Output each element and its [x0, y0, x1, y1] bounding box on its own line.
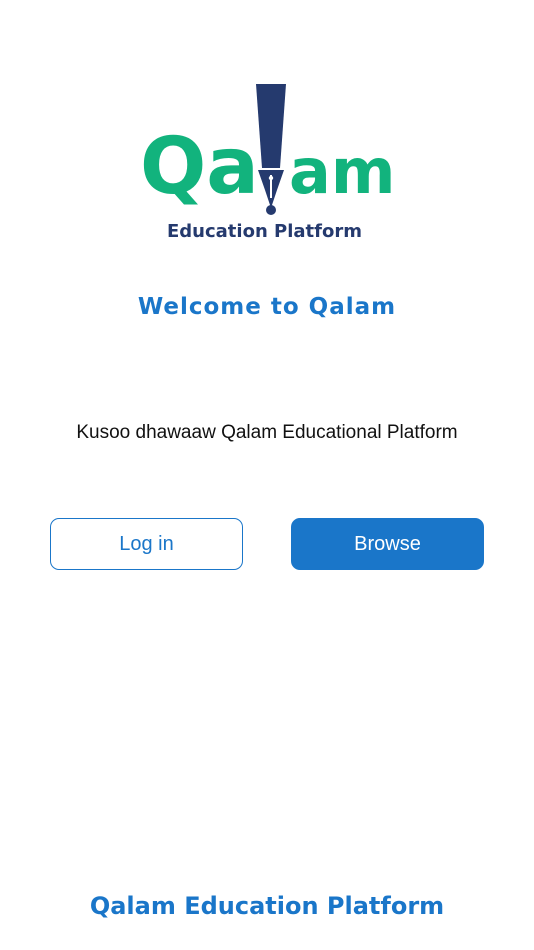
browse-button[interactable]: Browse	[291, 518, 484, 570]
logo-subtitle: Education Platform	[167, 221, 362, 242]
footer-brand-text: Qalam Education Platform	[89, 892, 445, 920]
logo-brand-left: Qa	[140, 122, 259, 212]
login-button[interactable]: Log in	[50, 518, 243, 570]
welcome-tagline: Kusoo dhawaaw Qalam Educational Platform	[76, 422, 458, 443]
qalam-logo: Qa am Education Platform	[130, 78, 400, 248]
welcome-title: Welcome to Qalam	[137, 294, 397, 320]
logo-brand-right: am	[289, 135, 395, 208]
pen-nib-icon	[256, 84, 286, 215]
